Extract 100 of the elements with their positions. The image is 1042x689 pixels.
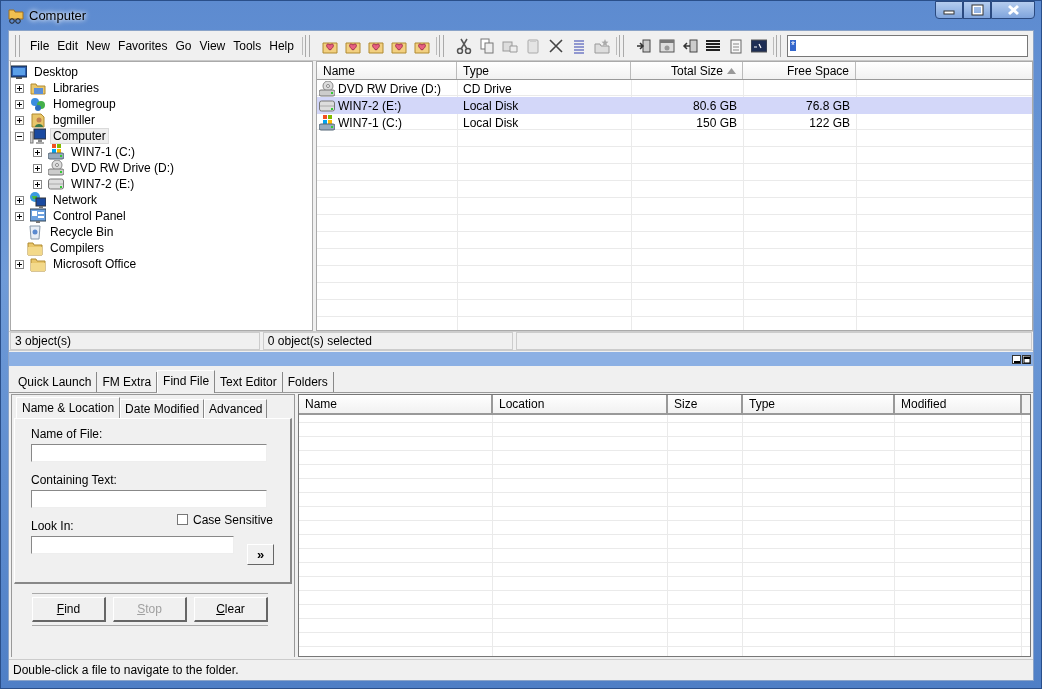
input-field[interactable] <box>31 444 267 462</box>
checkbox[interactable] <box>177 514 188 525</box>
expand-icon[interactable] <box>15 115 24 125</box>
status-text: Double-click a file to navigate to the folder. <box>13 663 239 677</box>
table-cell: 122 GB <box>809 115 850 130</box>
column-header[interactable]: Modified <box>895 395 1022 413</box>
minimize-button[interactable] <box>935 1 963 19</box>
search-field[interactable]: * <box>786 34 1028 57</box>
minimize-icon <box>1014 360 1020 363</box>
tree-item[interactable]: WIN7-2 (E:) <box>68 176 138 192</box>
list-row[interactable]: WIN7-1 (C:) Local Disk 150 GB 122 GB <box>317 114 1032 131</box>
column-header[interactable]: Total Size <box>631 62 743 79</box>
field-label: Name of File: <box>31 427 104 442</box>
tree-item[interactable]: Homegroup <box>50 96 119 112</box>
table-cell: WIN7-2 (E:) <box>338 98 402 113</box>
cut-icon[interactable] <box>455 37 472 54</box>
column-header[interactable]: Type <box>743 395 895 413</box>
tree-item[interactable]: Recycle Bin <box>47 224 117 240</box>
collapse-icon[interactable] <box>15 131 24 141</box>
copy-icon[interactable] <box>478 37 495 54</box>
drive-icon <box>48 176 64 192</box>
tab[interactable]: Date Modified <box>120 399 205 418</box>
input-field[interactable] <box>31 536 234 554</box>
tree-item[interactable]: Libraries <box>50 80 103 96</box>
window-icon[interactable] <box>658 37 675 54</box>
menu-item[interactable]: Go <box>171 36 196 55</box>
network-icon <box>30 192 46 208</box>
maximize-button[interactable] <box>963 1 991 19</box>
menu-item[interactable]: Tools <box>229 36 266 55</box>
table-cell: 150 GB <box>696 115 737 130</box>
folder-glasses-icon <box>8 8 24 24</box>
tab[interactable]: Find File <box>157 370 216 393</box>
drive-icon <box>48 144 64 160</box>
delete-icon[interactable] <box>547 37 564 54</box>
tree-item[interactable]: DVD RW Drive (D:) <box>68 160 178 176</box>
menu-item[interactable]: Favorites <box>114 36 172 55</box>
desktop-icon <box>11 64 27 80</box>
window-title: Computer <box>29 8 87 23</box>
list-row[interactable]: DVD RW Drive (D:) CD Drive <box>317 80 1032 97</box>
tree-item[interactable]: WIN7-1 (C:) <box>68 144 138 160</box>
expand-icon[interactable] <box>15 99 24 109</box>
browse-button[interactable]: » <box>247 544 274 565</box>
clipboard-icon[interactable] <box>524 37 541 54</box>
table-cell: CD Drive <box>463 81 512 96</box>
drive-icon <box>319 97 335 114</box>
expand-icon[interactable] <box>15 211 24 221</box>
expand-icon[interactable] <box>33 147 42 157</box>
table-cell: Local Disk <box>463 98 519 113</box>
control-panel-icon <box>30 208 46 224</box>
maximize-icon <box>1023 355 1030 365</box>
column-header[interactable]: Name <box>299 395 493 413</box>
input-field[interactable] <box>31 490 267 508</box>
checkbox-label: Case Sensitive <box>193 512 274 527</box>
tree-item[interactable]: Compilers <box>47 240 107 256</box>
column-header[interactable]: Location <box>493 395 668 413</box>
tab[interactable]: Quick Launch <box>13 372 98 392</box>
tree-item[interactable]: Computer <box>50 128 109 144</box>
tree-item[interactable]: bgmiller <box>50 112 98 128</box>
column-header[interactable]: Type <box>457 62 631 79</box>
tab[interactable]: Text Editor <box>215 372 283 392</box>
table-cell: DVD RW Drive (D:) <box>338 81 442 96</box>
expand-icon[interactable] <box>33 179 42 189</box>
tree-item[interactable]: Microsoft Office <box>50 256 140 272</box>
monitor-arrow-icon[interactable] <box>635 37 652 54</box>
table-cell: 76.8 GB <box>805 98 850 113</box>
table-cell: WIN7-1 (C:) <box>338 115 402 130</box>
monitor-arrow-icon[interactable] <box>681 37 698 54</box>
expand-icon[interactable] <box>15 83 24 93</box>
user-folder-icon <box>30 112 46 128</box>
menu-item[interactable]: New <box>82 36 115 55</box>
tree-item[interactable]: Desktop <box>31 64 82 80</box>
button[interactable]: Find <box>32 597 106 622</box>
button[interactable]: Clear <box>194 597 268 622</box>
table-cell: Local Disk <box>463 115 519 130</box>
minimize-pane-button[interactable] <box>1012 354 1021 364</box>
field-label: Look In: <box>31 519 74 534</box>
tab[interactable]: Advanced <box>204 399 268 418</box>
close-icon <box>1006 4 1020 16</box>
column-header[interactable]: Free Space <box>743 62 856 79</box>
expand-icon[interactable] <box>15 259 24 269</box>
column-header[interactable]: Name <box>317 62 457 79</box>
tree-item[interactable]: Network <box>50 192 100 208</box>
maximize-pane-button[interactable] <box>1022 354 1031 364</box>
menu-item[interactable]: View <box>195 36 230 55</box>
folder-star-icon[interactable] <box>593 37 610 54</box>
tree-item[interactable]: Control Panel <box>50 208 129 224</box>
menu-item[interactable]: Help <box>265 36 298 55</box>
close-button[interactable] <box>991 1 1035 19</box>
list-row[interactable]: WIN7-2 (E:) Local Disk 80.6 GB 76.8 GB <box>317 97 1032 114</box>
dvd-drive-icon <box>48 160 64 176</box>
expand-icon[interactable] <box>15 195 24 205</box>
column-header[interactable]: Size <box>668 395 743 413</box>
maximize-icon <box>970 4 984 16</box>
menu-item[interactable]: Edit <box>53 36 83 55</box>
tab[interactable]: Folders <box>282 372 334 392</box>
list-icon[interactable] <box>704 37 721 54</box>
command-prompt-icon[interactable] <box>750 37 767 54</box>
expand-icon[interactable] <box>33 163 42 173</box>
tab[interactable]: Name & Location <box>16 397 121 419</box>
menu-item[interactable]: File <box>26 36 54 55</box>
